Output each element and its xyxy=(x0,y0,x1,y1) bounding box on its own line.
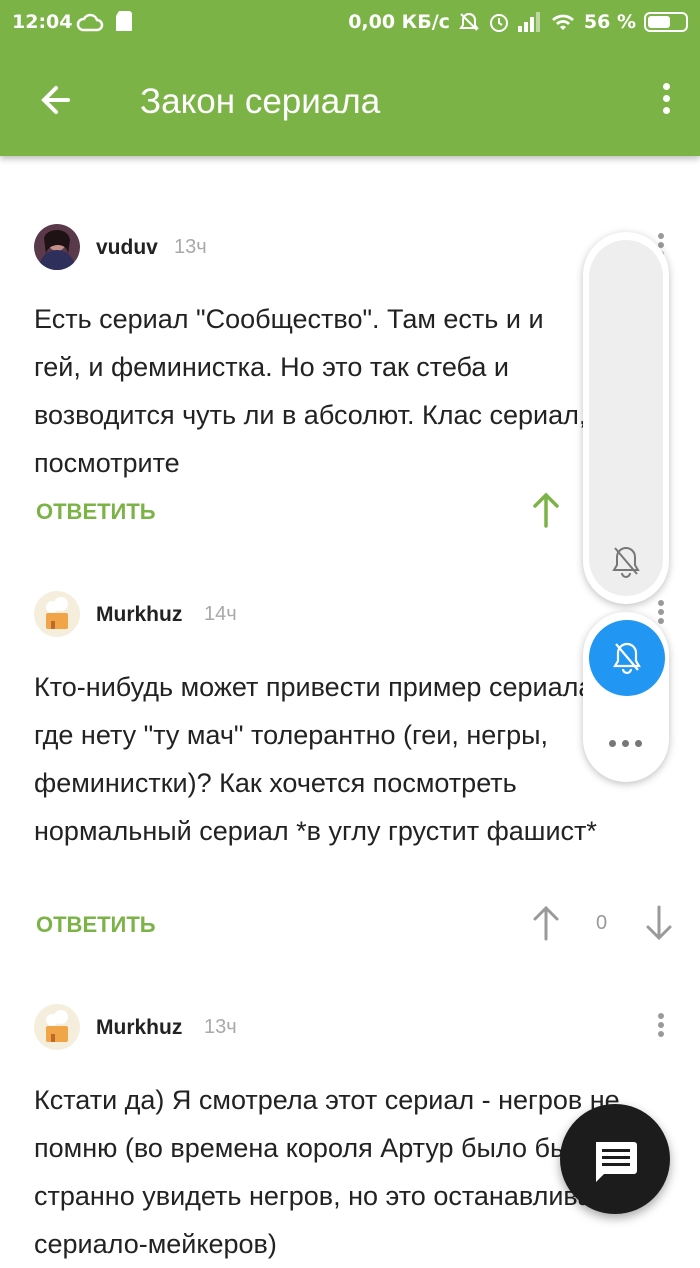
app-bar: Закон сериала xyxy=(0,48,700,156)
mute-icon xyxy=(459,12,479,31)
status-bar: 12:04 0,00 КБ/с 56 % xyxy=(0,0,700,48)
floating-actions xyxy=(583,612,669,782)
comment-time: 13ч xyxy=(174,236,207,258)
comment-fab[interactable] xyxy=(560,1104,670,1214)
alarm-icon xyxy=(489,14,508,32)
comment-author[interactable]: Murkhuz xyxy=(96,603,182,627)
comment-text-content: Кто-нибудь может привести пример сериала… xyxy=(34,672,601,846)
arrow-down-icon[interactable] xyxy=(645,905,673,941)
sd-card-icon xyxy=(116,11,132,31)
more-vertical-icon[interactable] xyxy=(652,78,680,128)
status-time: 12:04 xyxy=(12,11,73,33)
avatar[interactable] xyxy=(34,1004,80,1050)
battery-icon xyxy=(644,12,688,32)
reply-button[interactable]: ОТВЕТИТЬ xyxy=(36,912,156,938)
arrow-up-icon[interactable] xyxy=(532,492,560,528)
floating-panel xyxy=(583,232,669,604)
comment-text: Есть сериал "Сообщество". Там есть и и г… xyxy=(34,295,674,487)
bell-off-icon[interactable] xyxy=(611,544,641,578)
wifi-icon xyxy=(551,14,574,30)
more-vertical-icon[interactable] xyxy=(656,1010,666,1040)
comment-icon xyxy=(596,1142,637,1182)
comment-text-content: Есть сериал "Сообщество". Там есть и и г… xyxy=(34,304,587,478)
avatar[interactable] xyxy=(34,224,80,270)
header: 12:04 0,00 КБ/с 56 % Закон сериала xyxy=(0,0,700,156)
bell-off-icon xyxy=(613,642,641,675)
battery-percent: 56 % xyxy=(583,11,636,33)
comment-author[interactable]: vuduv xyxy=(96,236,158,260)
more-horizontal-icon[interactable] xyxy=(609,740,642,747)
arrow-left-icon[interactable] xyxy=(28,72,84,128)
status-right: 0,00 КБ/с 56 % xyxy=(348,11,688,33)
network-speed: 0,00 КБ/с xyxy=(348,11,450,33)
vote-count: 0 xyxy=(596,912,608,934)
cloud-icon xyxy=(76,13,104,32)
bell-off-button[interactable] xyxy=(589,620,665,696)
signal-icon xyxy=(517,12,540,32)
comment-time: 14ч xyxy=(204,603,237,625)
reply-button[interactable]: ОТВЕТИТЬ xyxy=(36,499,156,525)
page-title: Закон сериала xyxy=(140,82,381,121)
arrow-up-icon[interactable] xyxy=(532,905,560,941)
avatar[interactable] xyxy=(34,591,80,637)
comment-text: Кто-нибудь может привести пример сериала… xyxy=(34,663,674,855)
comment-author[interactable]: Murkhuz xyxy=(96,1016,182,1040)
floating-panel-inner xyxy=(589,240,663,596)
comment-time: 13ч xyxy=(204,1016,237,1038)
